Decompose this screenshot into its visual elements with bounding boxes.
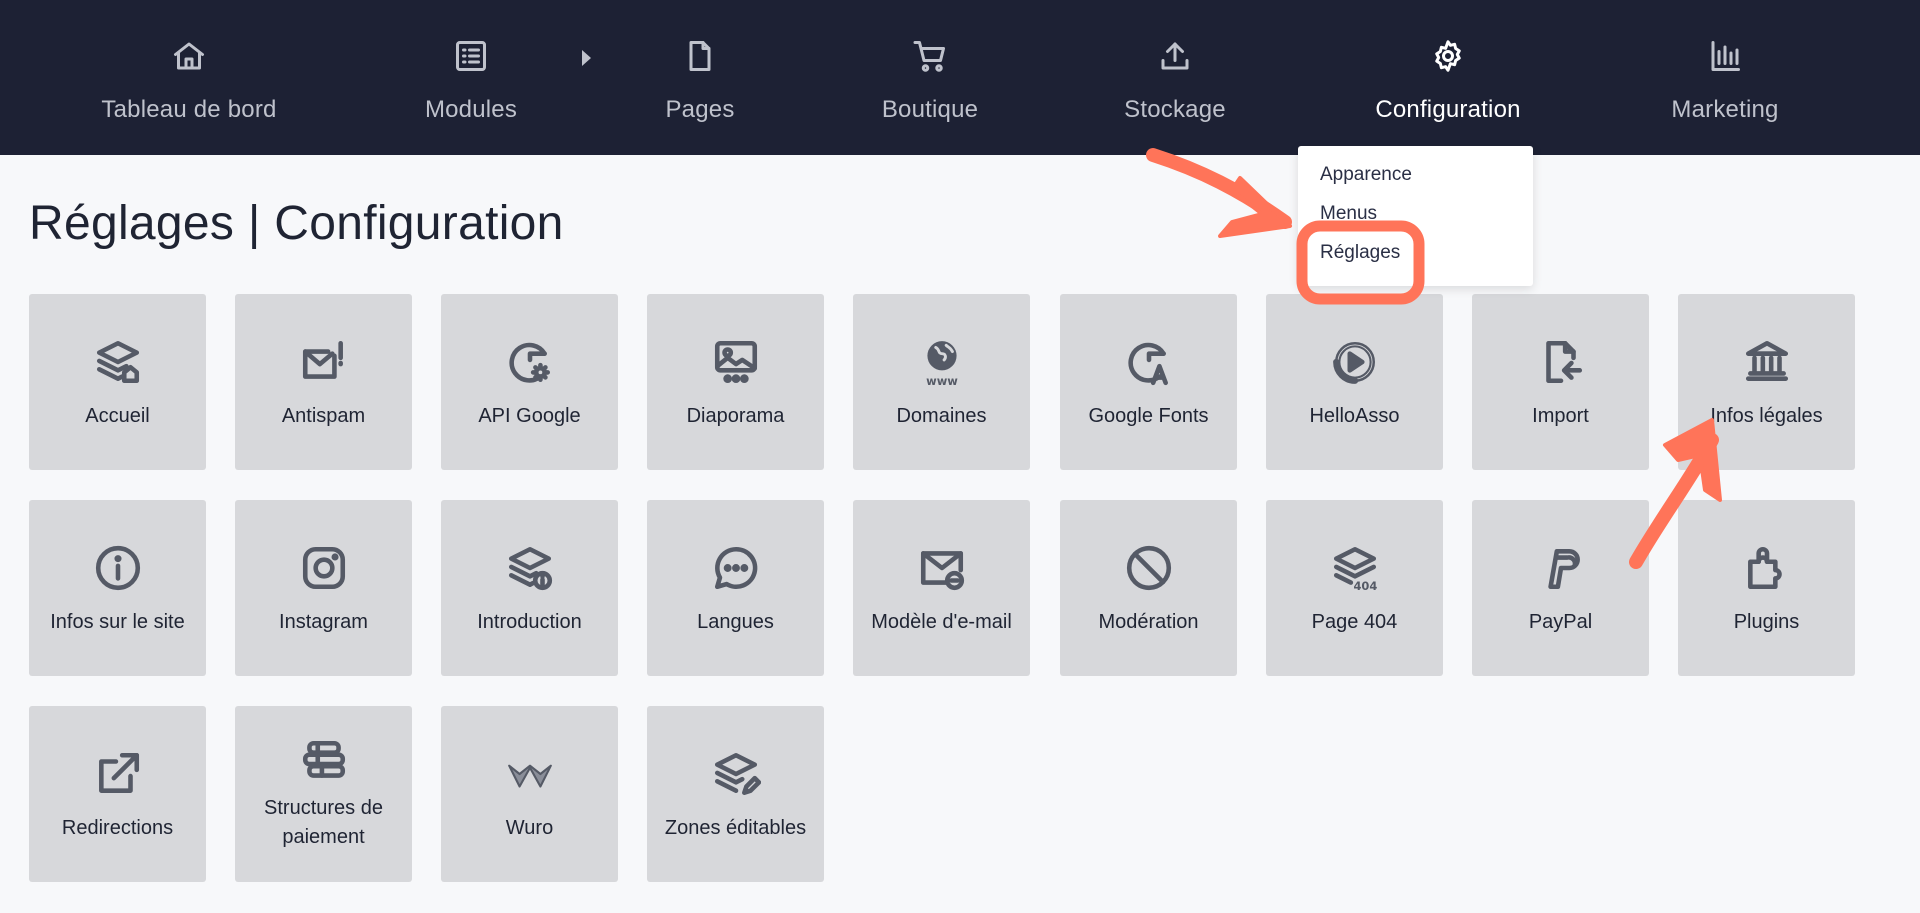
nav-label: Pages (665, 96, 735, 123)
layers-404-icon: 404 (1329, 542, 1381, 594)
nav-item-modules[interactable]: Modules (341, 0, 601, 155)
tile-langues[interactable]: Langues (647, 500, 824, 676)
tile-label: Plugins (1733, 611, 1800, 633)
tile-infos-legales[interactable]: Infos légales (1678, 294, 1855, 470)
top-navigation: Tableau de bord Modules Pages Boutique S… (0, 0, 1920, 155)
nav-label: Modules (424, 96, 518, 123)
paypal-icon (1535, 542, 1587, 594)
tile-label: HelloAsso (1309, 405, 1400, 427)
puzzle-icon (1741, 542, 1793, 594)
upload-icon (1155, 36, 1195, 76)
page-title: Réglages | Configuration (29, 197, 564, 250)
file-icon (680, 36, 720, 76)
svg-text:404: 404 (1353, 579, 1377, 593)
wuro-logo-icon (504, 748, 556, 800)
arrow-to-dropdown (1146, 148, 1292, 238)
tile-page-404[interactable]: 404 Page 404 (1266, 500, 1443, 676)
dropdown-item-apparence[interactable]: Apparence (1320, 164, 1412, 186)
nav-item-dashboard[interactable]: Tableau de bord (59, 0, 319, 155)
tile-label: API Google (478, 405, 581, 427)
tile-introduction[interactable]: Introduction (441, 500, 618, 676)
tile-diaporama[interactable]: Diaporama (647, 294, 824, 470)
tile-plugins[interactable]: Plugins (1678, 500, 1855, 676)
tile-accueil[interactable]: Accueil (29, 294, 206, 470)
tile-label: Structures de paiement (264, 797, 383, 848)
tile-label: Modération (1098, 611, 1199, 633)
instagram-icon (298, 542, 350, 594)
layers-info-icon (504, 542, 556, 594)
layers-edit-icon (710, 748, 762, 800)
mail-alert-icon (298, 336, 350, 388)
tile-label: Diaporama (686, 405, 785, 427)
info-circle-icon (92, 542, 144, 594)
tile-antispam[interactable]: Antispam (235, 294, 412, 470)
tile-label: Infos sur le site (50, 611, 185, 633)
dropdown-item-reglages[interactable]: Réglages (1320, 242, 1400, 264)
tile-infos-site[interactable]: Infos sur le site (29, 500, 206, 676)
nav-item-pages[interactable]: Pages (570, 0, 830, 155)
tile-domaines[interactable]: www Domaines (853, 294, 1030, 470)
gear-icon (1428, 36, 1468, 76)
bank-icon (1741, 336, 1793, 388)
mail-template-icon (916, 542, 968, 594)
globe-www-icon: www (916, 336, 968, 388)
tile-label: Zones éditables (664, 817, 807, 839)
tile-structures-paiement[interactable]: Structures de paiement (235, 706, 412, 882)
tile-label: Google Fonts (1088, 405, 1209, 427)
tile-label: Import (1532, 405, 1589, 427)
tile-label: Langues (697, 611, 774, 633)
tile-import[interactable]: Import (1472, 294, 1649, 470)
nav-item-shop[interactable]: Boutique (800, 0, 1060, 155)
tile-label: Infos légales (1710, 405, 1823, 427)
home-icon (169, 36, 209, 76)
nav-label: Configuration (1375, 96, 1521, 123)
cart-icon (910, 36, 950, 76)
google-font-icon (1123, 336, 1175, 388)
nav-label: Marketing (1671, 96, 1779, 123)
nav-item-storage[interactable]: Stockage (1045, 0, 1305, 155)
configuration-dropdown: Apparence Menus Réglages (1298, 146, 1533, 286)
nav-label: Tableau de bord (101, 96, 277, 123)
image-slides-icon (710, 336, 762, 388)
svg-text:www: www (926, 374, 958, 387)
database-icon (298, 736, 350, 788)
tile-paypal[interactable]: PayPal (1472, 500, 1649, 676)
tile-label: Instagram (279, 611, 368, 633)
tile-label: Introduction (477, 611, 582, 633)
tile-zones-editables[interactable]: Zones éditables (647, 706, 824, 882)
tile-label: Modèle d'e-mail (871, 611, 1012, 633)
dropdown-item-menus[interactable]: Menus (1320, 203, 1377, 225)
ban-icon (1123, 542, 1175, 594)
tile-helloasso[interactable]: HelloAsso (1266, 294, 1443, 470)
google-gear-icon (504, 336, 556, 388)
nav-item-configuration[interactable]: Configuration (1318, 0, 1578, 155)
tile-instagram[interactable]: Instagram (235, 500, 412, 676)
tile-google-fonts[interactable]: Google Fonts (1060, 294, 1237, 470)
tile-label: Accueil (85, 405, 150, 427)
tile-redirections[interactable]: Redirections (29, 706, 206, 882)
nav-label: Stockage (1124, 96, 1226, 123)
file-import-icon (1535, 336, 1587, 388)
chat-bubble-icon (710, 542, 762, 594)
tile-label: Antispam (281, 405, 366, 427)
layers-home-icon (92, 336, 144, 388)
tile-api-google[interactable]: API Google (441, 294, 618, 470)
tile-label: Redirections (61, 817, 174, 839)
nav-item-marketing[interactable]: Marketing (1595, 0, 1855, 155)
tile-label: Wuro (505, 817, 554, 839)
external-link-icon (92, 748, 144, 800)
tile-modele-email[interactable]: Modèle d'e-mail (853, 500, 1030, 676)
tile-label: Page 404 (1311, 611, 1398, 633)
nav-label: Boutique (881, 96, 979, 123)
list-icon (451, 36, 491, 76)
bar-chart-icon (1705, 36, 1745, 76)
tile-label: PayPal (1528, 611, 1593, 633)
helloasso-icon (1329, 336, 1381, 388)
tile-wuro[interactable]: Wuro (441, 706, 618, 882)
tile-label: Domaines (896, 405, 987, 427)
tile-moderation[interactable]: Modération (1060, 500, 1237, 676)
